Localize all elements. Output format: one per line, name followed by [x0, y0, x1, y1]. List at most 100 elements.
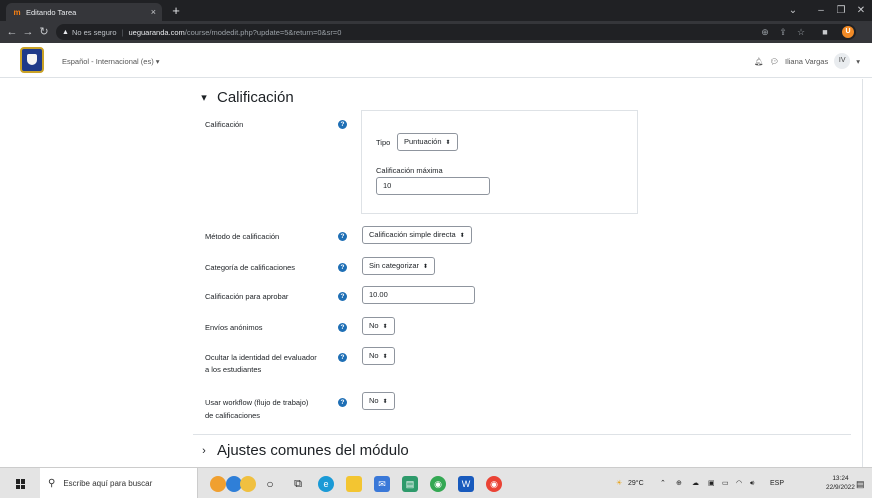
tab-close-icon[interactable]: ×: [151, 7, 156, 17]
right-divider: [862, 79, 863, 467]
help-icon[interactable]: ?: [338, 232, 347, 241]
moodle-favicon-icon: m: [13, 7, 21, 17]
back-icon[interactable]: ←: [4, 24, 20, 40]
help-icon[interactable]: ?: [338, 398, 347, 407]
grade-fieldset: [361, 110, 638, 214]
tray-monitor-icon[interactable]: ▣: [708, 476, 715, 492]
hide-grader-select[interactable]: No ⬍: [362, 347, 395, 365]
pass-grade-input[interactable]: 10.00: [362, 286, 475, 304]
sidepanel-icon[interactable]: ■: [818, 24, 832, 40]
warning-icon: ▲: [62, 28, 69, 36]
pass-grade-label: Calificación para aprobar: [205, 292, 289, 301]
grade-type-label: Tipo: [376, 138, 391, 147]
section-divider: [193, 434, 851, 435]
help-icon[interactable]: ?: [338, 353, 347, 362]
taskbar-search[interactable]: ⚲ Escribe aquí para buscar: [40, 468, 198, 498]
tray-chevron-up-icon[interactable]: ⌃: [660, 476, 666, 492]
forward-icon[interactable]: →: [20, 24, 36, 40]
url-path: /course/modedit.php?update=5&return=0&sr…: [184, 27, 342, 37]
taskbar-search-placeholder: Escribe aquí para buscar: [63, 479, 153, 488]
battery-icon[interactable]: ▭: [722, 476, 729, 492]
tray-app-icon[interactable]: ⊕: [676, 476, 682, 492]
select-caret-icon: ⬍: [445, 140, 451, 146]
method-label: Método de calificación: [205, 232, 280, 241]
help-icon[interactable]: ?: [338, 120, 347, 129]
tab-title: Editando Tarea: [26, 7, 77, 17]
notifications-icon[interactable]: ▤: [856, 476, 865, 492]
grade-category-select[interactable]: Sin categorizar ⬍: [362, 257, 436, 275]
user-name[interactable]: Iliana Vargas: [785, 57, 828, 66]
user-avatar[interactable]: IV: [834, 53, 851, 69]
wifi-icon[interactable]: ◠: [736, 476, 742, 492]
address-bar[interactable]: ▲ No es seguro | ueguaranda.com /course/…: [56, 24, 856, 40]
grading-method-select[interactable]: Calificación simple directa ⬍: [362, 226, 472, 244]
language-menu[interactable]: Español - Internacional (es) ▾: [62, 57, 160, 66]
help-icon[interactable]: ?: [338, 263, 347, 272]
main-content: ▾ Calificación Calificación ? Tipo Puntu…: [0, 79, 872, 467]
help-icon[interactable]: ?: [338, 292, 347, 301]
bookmark-star-icon[interactable]: ☆: [794, 24, 808, 40]
anonymous-select[interactable]: No ⬍: [362, 317, 395, 335]
user-menu-chevron-icon[interactable]: ▾: [856, 57, 860, 66]
file-explorer-icon[interactable]: [346, 476, 362, 492]
max-grade-label: Calificación máxima: [376, 166, 443, 175]
chrome-profile-icon[interactable]: ◉: [486, 476, 502, 492]
anonymous-value: No: [369, 321, 379, 330]
task-view-icon[interactable]: ⧉: [290, 476, 306, 492]
school-logo[interactable]: [20, 47, 44, 73]
browser-tab-strip: m Editando Tarea × + ⌄ – ❐ ✕: [0, 0, 872, 21]
word-icon[interactable]: W: [458, 476, 474, 492]
share-icon[interactable]: ⇪: [776, 24, 790, 40]
max-grade-input[interactable]: 10: [376, 177, 490, 195]
chevron-down-icon: ▾: [201, 92, 207, 104]
speaker-icon[interactable]: 🔊︎: [750, 476, 754, 492]
system-clock[interactable]: 13:24 22/9/2022: [826, 474, 855, 492]
chrome-icon[interactable]: ◉: [430, 476, 446, 492]
cortana-icon[interactable]: ○: [262, 476, 278, 492]
grade-type-select[interactable]: Puntuación ⬍: [397, 133, 458, 151]
weather-temp[interactable]: 29°C: [628, 476, 644, 492]
grade-type-value: Puntuación: [404, 137, 442, 146]
new-tab-button[interactable]: +: [168, 3, 184, 19]
grading-method-value: Calificación simple directa: [369, 230, 456, 239]
onedrive-icon[interactable]: ☁: [692, 476, 699, 492]
store-icon[interactable]: ▤: [402, 476, 418, 492]
select-caret-icon: ⬍: [423, 264, 429, 270]
weather-icon[interactable]: ☀: [616, 476, 622, 492]
mail-icon[interactable]: ✉: [374, 476, 390, 492]
grade-label: Calificación: [205, 120, 244, 129]
zoom-icon[interactable]: ⊕: [758, 24, 772, 40]
hide-grader-value: No: [369, 351, 379, 360]
workflow-label-line1: Usar workflow (flujo de trabajo): [205, 398, 309, 407]
tab-search-chevron-icon[interactable]: ⌄: [778, 0, 808, 21]
hide-grader-label-line1: Ocultar la identidad del evaluador: [205, 353, 317, 362]
widgets-icon[interactable]: [210, 476, 226, 492]
notification-bell-icon[interactable]: 🔔︎: [754, 57, 764, 66]
os-taskbar: ⚲ Escribe aquí para buscar ○ ⧉ e ✉ ▤ ◉ W…: [0, 467, 872, 498]
clock-time: 13:24: [832, 475, 849, 482]
workflow-label: Usar workflow (flujo de trabajo) de cali…: [205, 397, 308, 421]
input-language[interactable]: ESP: [770, 476, 784, 492]
section-common-settings-header[interactable]: › Ajustes comunes del módulo: [199, 442, 409, 459]
messages-icon[interactable]: 💬︎: [769, 57, 779, 66]
url-separator: |: [121, 27, 124, 37]
user-nav: 🔔︎ 💬︎ Iliana Vargas IV ▾: [754, 53, 860, 69]
section-title: Ajustes comunes del módulo: [217, 442, 409, 459]
category-label: Categoría de calificaciones: [205, 263, 296, 272]
windows-start-icon[interactable]: [16, 479, 26, 489]
select-caret-icon: ⬍: [459, 233, 465, 239]
workflow-value: No: [369, 396, 379, 405]
url-host: ueguaranda.com: [128, 27, 185, 37]
section-calificacion-header[interactable]: ▾ Calificación: [199, 89, 293, 106]
window-close-icon[interactable]: ✕: [846, 0, 872, 21]
widgets-yellow-icon[interactable]: [240, 476, 256, 492]
browser-tab[interactable]: m Editando Tarea ×: [6, 3, 162, 21]
help-icon[interactable]: ?: [338, 323, 347, 332]
select-caret-icon: ⬍: [382, 399, 388, 405]
reload-icon[interactable]: ↻: [36, 24, 52, 40]
select-caret-icon: ⬍: [382, 354, 388, 360]
edge-icon[interactable]: e: [318, 476, 334, 492]
profile-avatar[interactable]: U: [842, 26, 854, 38]
workflow-select[interactable]: No ⬍: [362, 392, 395, 410]
grade-category-value: Sin categorizar: [369, 261, 420, 270]
